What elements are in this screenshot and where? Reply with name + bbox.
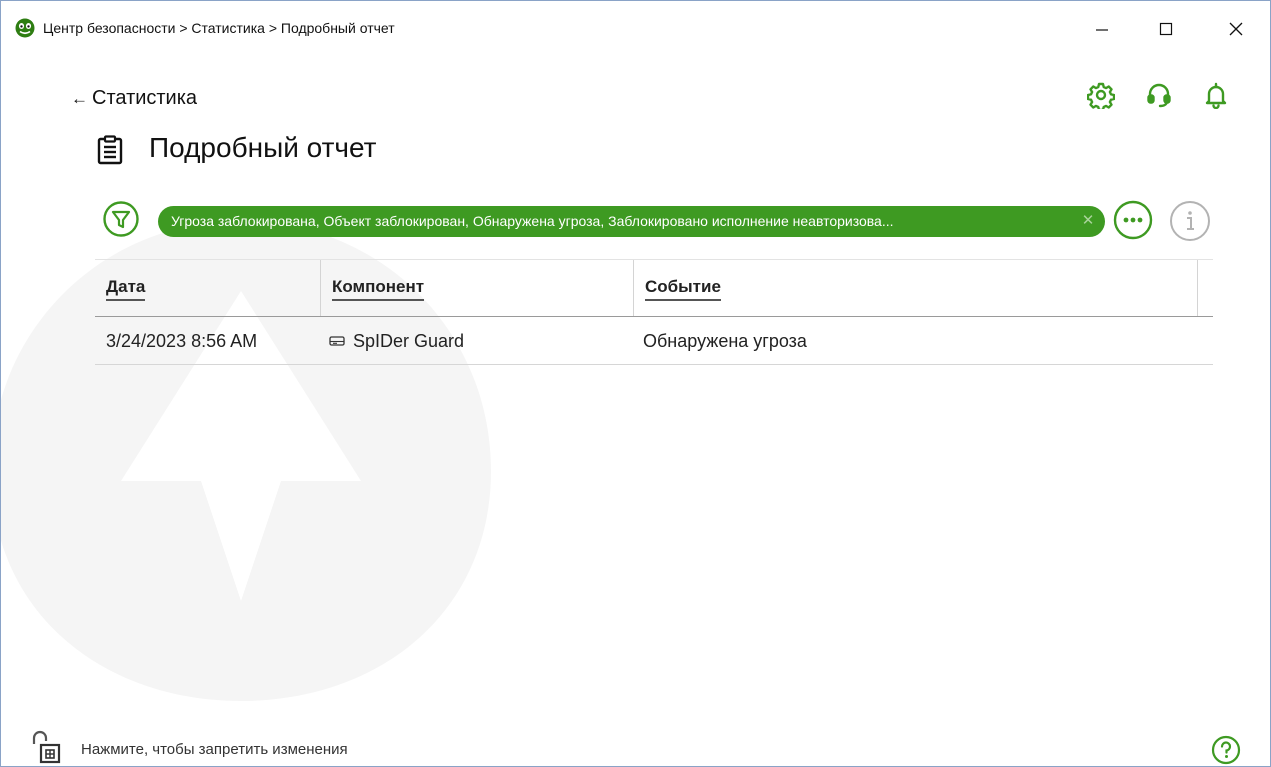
unlock-icon[interactable]: [29, 729, 73, 765]
filter-icon[interactable]: [103, 201, 139, 237]
events-table: Дата Компонент Событие 3/24/2023 8:56 AM…: [95, 259, 1213, 365]
window-title: Центр безопасности > Статистика > Подроб…: [43, 20, 395, 36]
back-link[interactable]: ← Статистика: [71, 87, 197, 110]
column-header-label: Компонент: [332, 277, 425, 301]
clipboard-icon: [97, 135, 123, 165]
minimize-button[interactable]: [1079, 11, 1125, 47]
column-header-event[interactable]: Событие: [634, 260, 1197, 316]
page-title: Подробный отчет: [149, 132, 377, 163]
more-options-icon[interactable]: [1113, 200, 1153, 240]
table-row[interactable]: 3/24/2023 8:56 AM SpIDer Guard Обнаружен…: [95, 317, 1213, 365]
app-logo-icon: [15, 18, 35, 38]
column-separator[interactable]: [1197, 260, 1198, 316]
cell-event: Обнаружена угроза: [643, 331, 807, 351]
headset-icon[interactable]: [1145, 81, 1173, 109]
cell-date: 3/24/2023 8:56 AM: [106, 331, 258, 351]
title-bar: Центр безопасности > Статистика > Подроб…: [1, 1, 1270, 59]
column-header-component[interactable]: Компонент: [321, 260, 633, 316]
bell-icon[interactable]: [1202, 81, 1230, 109]
back-arrow-icon: ←: [71, 89, 88, 108]
close-icon: [1229, 22, 1243, 36]
cell-component: SpIDer Guard: [329, 331, 464, 352]
clear-filter-icon[interactable]: ✕: [1076, 209, 1100, 233]
gear-icon[interactable]: [1087, 81, 1115, 109]
help-icon[interactable]: [1211, 735, 1241, 765]
cell-component-label: SpIDer Guard: [353, 331, 465, 351]
drive-icon: [329, 336, 345, 346]
app-window: Центр безопасности > Статистика > Подроб…: [0, 0, 1271, 767]
maximize-icon: [1159, 22, 1173, 36]
maximize-button[interactable]: [1143, 11, 1189, 47]
info-icon[interactable]: [1169, 200, 1211, 242]
column-header-label: Дата: [106, 277, 146, 301]
minimize-icon: [1096, 29, 1108, 31]
column-header-date[interactable]: Дата: [95, 260, 320, 316]
filter-chip[interactable]: Угроза заблокирована, Объект заблокирова…: [158, 206, 1105, 237]
table-header: Дата Компонент Событие: [95, 259, 1213, 317]
close-button[interactable]: [1213, 11, 1259, 47]
back-link-label: Статистика: [92, 87, 198, 109]
lock-status-link[interactable]: Нажмите, чтобы запретить изменения: [81, 741, 348, 758]
column-header-label: Событие: [645, 277, 721, 301]
